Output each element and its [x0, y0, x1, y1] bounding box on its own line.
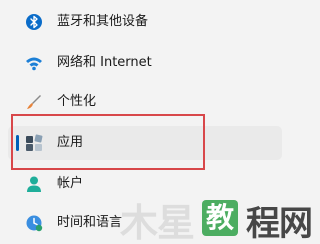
nav-item-label: 网络和 Internet — [57, 55, 152, 70]
watermark-badge: 教 — [202, 200, 238, 236]
nav-item-label: 时间和语言 — [57, 215, 123, 230]
nav-item-network[interactable]: 网络和 Internet — [8, 46, 282, 80]
bluetooth-icon — [24, 12, 44, 32]
brush-icon — [24, 92, 44, 112]
watermark: 木星 教 程网 — [120, 190, 311, 244]
clock-globe-icon — [24, 213, 44, 233]
highlight-annotation — [11, 114, 205, 170]
account-icon — [24, 174, 44, 194]
nav-item-label: 帐户 — [57, 176, 84, 191]
nav-item-label: 个性化 — [57, 94, 97, 109]
nav-item-label: 蓝牙和其他设备 — [57, 14, 149, 29]
watermark-text: 木星 — [120, 201, 195, 244]
watermark-text: 程网 — [246, 204, 311, 244]
nav-item-bluetooth[interactable]: 蓝牙和其他设备 — [8, 5, 282, 39]
wifi-icon — [24, 53, 44, 73]
